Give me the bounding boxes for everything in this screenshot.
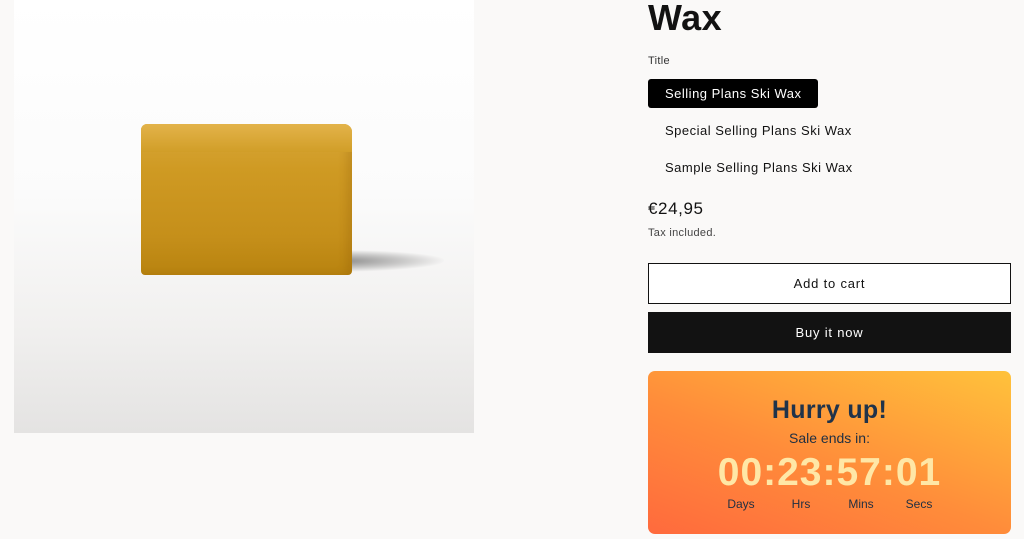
countdown-unit-minutes: Mins xyxy=(848,497,874,511)
buy-now-button[interactable]: Buy it now xyxy=(648,312,1011,353)
variant-option-selling-plans[interactable]: Selling Plans Ski Wax xyxy=(648,79,819,108)
variant-option-special-selling-plans[interactable]: Special Selling Plans Ski Wax xyxy=(648,116,869,145)
countdown-headline: Hurry up! xyxy=(771,396,888,424)
wax-block-image xyxy=(141,124,352,275)
product-image[interactable] xyxy=(14,0,474,433)
countdown-units: Days Hrs Mins Secs xyxy=(648,497,1011,513)
product-title: Wax xyxy=(648,0,723,38)
add-to-cart-button[interactable]: Add to cart xyxy=(648,263,1011,304)
countdown-digits: 00:23:57:01 xyxy=(717,451,942,494)
countdown-subtitle: Sale ends in: xyxy=(789,430,870,446)
variant-label: Title xyxy=(648,55,670,67)
countdown-unit-seconds: Secs xyxy=(905,497,933,511)
wax-block-top xyxy=(141,124,352,152)
countdown-unit-days: Days xyxy=(727,497,755,511)
product-price: €24,95 xyxy=(648,199,704,218)
countdown-timer: Hurry up! Sale ends in: 00:23:57:01 Days… xyxy=(648,371,1011,534)
tax-note: Tax included. xyxy=(648,227,717,239)
countdown-unit-hours: Hrs xyxy=(791,497,811,511)
variant-option-sample-selling-plans[interactable]: Sample Selling Plans Ski Wax xyxy=(648,153,870,182)
